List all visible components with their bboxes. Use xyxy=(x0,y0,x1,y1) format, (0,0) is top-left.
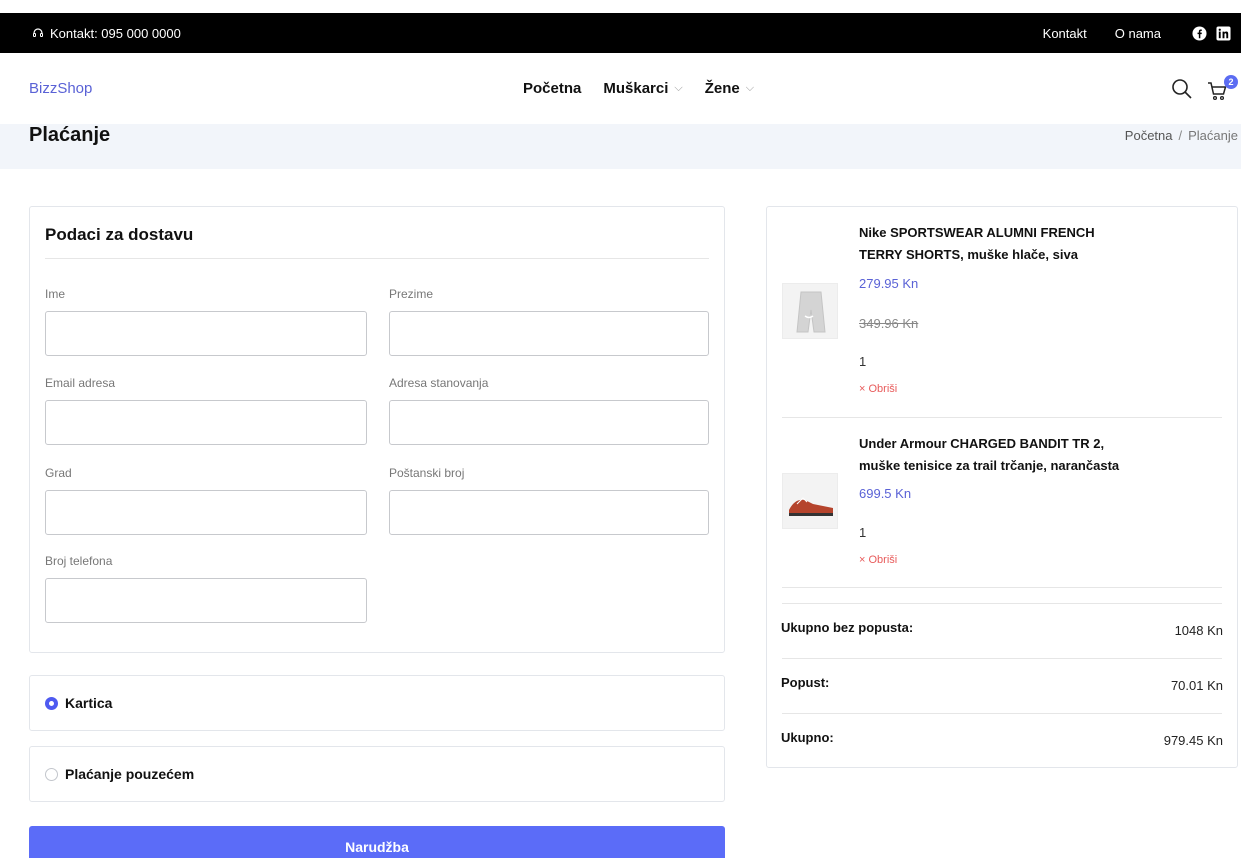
phone-input[interactable] xyxy=(45,578,367,623)
discount-value: 70.01 Kn xyxy=(1170,678,1223,693)
breadcrumb-separator: / xyxy=(1178,128,1183,143)
email-input[interactable] xyxy=(45,400,367,445)
chevron-down-icon: ⌵ xyxy=(674,82,683,94)
product-quantity: 1 xyxy=(859,354,867,369)
product-image-shoes[interactable] xyxy=(782,473,838,529)
divider xyxy=(782,713,1222,714)
topbar-link-o-nama[interactable]: O nama xyxy=(1115,26,1161,41)
nav-label: Žene xyxy=(704,80,740,97)
contact-phone-text: Kontakt: 095 000 0000 xyxy=(50,25,181,41)
divider xyxy=(45,258,709,259)
product-price: 279.95 Kn xyxy=(859,276,919,291)
nav-item-zene[interactable]: Žene ⌵ xyxy=(705,80,754,97)
city-label: Grad xyxy=(45,466,72,480)
remove-item-button[interactable]: × Obriši xyxy=(859,383,897,395)
topbar-link-kontakt[interactable]: Kontakt xyxy=(1043,26,1087,41)
radio-cod[interactable] xyxy=(45,768,58,781)
last-name-label: Prezime xyxy=(389,287,434,301)
city-input[interactable] xyxy=(45,490,367,535)
headset-icon xyxy=(32,27,44,39)
remove-label: Obriši xyxy=(868,383,898,395)
close-icon: × xyxy=(859,383,866,395)
phone-label: Broj telefona xyxy=(45,554,113,568)
site-header: BizzShop Početna Muškarci ⌵ Žene ⌵ 2 xyxy=(0,53,1241,124)
search-icon[interactable] xyxy=(1170,77,1194,101)
divider xyxy=(782,417,1222,418)
facebook-icon[interactable] xyxy=(1191,25,1207,41)
product-price: 699.5 Kn xyxy=(859,486,912,501)
radio-card-selected[interactable] xyxy=(45,697,58,710)
last-name-input[interactable] xyxy=(389,311,709,356)
postal-code-input[interactable] xyxy=(389,490,709,535)
chevron-down-icon: ⌵ xyxy=(745,82,755,94)
payment-option-label: Plaćanje pouzećem xyxy=(65,766,195,782)
first-name-input[interactable] xyxy=(45,311,367,356)
order-summary-card: Nike SPORTSWEAR ALUMNI FRENCH TERRY SHOR… xyxy=(766,206,1238,768)
total-label: Ukupno: xyxy=(781,730,834,745)
shipping-form-card: Podaci za dostavu Ime Prezime Email adre… xyxy=(29,206,725,653)
product-quantity: 1 xyxy=(859,525,867,540)
page-title-bar: Plaćanje Početna / Plaćanje xyxy=(0,124,1241,169)
subtotal-label: Ukupno bez popusta: xyxy=(781,620,914,635)
main-nav: Početna Muškarci ⌵ Žene ⌵ xyxy=(523,80,754,97)
shipping-heading: Podaci za dostavu xyxy=(45,225,194,244)
breadcrumb: Početna / Plaćanje xyxy=(1125,128,1238,143)
linkedin-icon[interactable] xyxy=(1215,25,1231,41)
site-logo[interactable]: BizzShop xyxy=(29,80,92,97)
payment-option-card[interactable]: Kartica xyxy=(29,675,725,731)
payment-option-cod[interactable]: Plaćanje pouzećem xyxy=(29,746,725,802)
nav-label: Muškarci xyxy=(603,80,669,97)
nav-item-muskarci[interactable]: Muškarci ⌵ xyxy=(603,80,682,97)
address-label: Adresa stanovanja xyxy=(389,376,489,390)
remove-item-button[interactable]: × Obriši xyxy=(859,554,897,566)
product-name-line1[interactable]: Nike SPORTSWEAR ALUMNI FRENCH xyxy=(859,222,1159,244)
cart-button[interactable]: 2 xyxy=(1206,75,1238,103)
address-input[interactable] xyxy=(389,400,709,445)
payment-option-label: Kartica xyxy=(65,695,113,711)
subtotal-value: 1048 Kn xyxy=(1174,623,1223,638)
top-bar: Kontakt: 095 000 0000 Kontakt O nama xyxy=(0,13,1241,53)
nav-item-pocetna[interactable]: Početna xyxy=(523,80,581,97)
contact-info: Kontakt: 095 000 0000 xyxy=(32,13,181,53)
product-image-shorts[interactable] xyxy=(782,283,838,339)
order-submit-button[interactable]: Narudžba xyxy=(29,826,725,858)
product-old-price: 349.96 Kn xyxy=(859,316,919,331)
postal-code-label: Poštanski broj xyxy=(389,466,465,480)
nav-label: Početna xyxy=(523,80,582,97)
page-title: Plaćanje xyxy=(29,124,111,146)
divider xyxy=(782,603,1222,604)
first-name-label: Ime xyxy=(45,287,66,301)
divider xyxy=(782,658,1222,659)
total-value: 979.45 Kn xyxy=(1163,733,1223,748)
discount-label: Popust: xyxy=(781,675,830,690)
product-name-line2[interactable]: muške tenisice za trail trčanje, naranča… xyxy=(859,455,1159,477)
remove-label: Obriši xyxy=(868,554,898,566)
cart-count-badge: 2 xyxy=(1224,75,1238,89)
breadcrumb-home[interactable]: Početna xyxy=(1125,128,1173,143)
divider xyxy=(782,587,1222,588)
breadcrumb-current: Plaćanje xyxy=(1188,128,1238,143)
product-name-line1[interactable]: Under Armour CHARGED BANDIT TR 2, xyxy=(859,433,1159,455)
email-label: Email adresa xyxy=(45,376,116,390)
close-icon: × xyxy=(859,554,866,566)
product-name-line2[interactable]: TERRY SHORTS, muške hlače, siva xyxy=(859,244,1159,266)
